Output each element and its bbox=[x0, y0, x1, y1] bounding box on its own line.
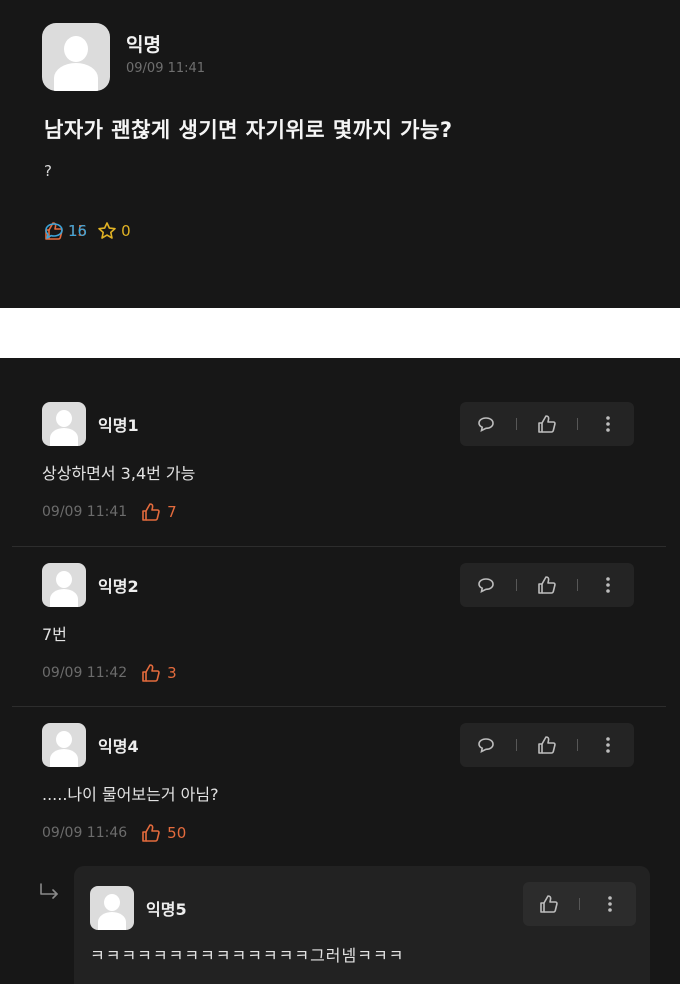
reply-author: 익명5 bbox=[146, 900, 187, 919]
action-separator bbox=[579, 898, 580, 910]
thumbs-up-icon bbox=[538, 576, 556, 594]
comment-text: 7번 bbox=[42, 625, 67, 644]
speech-bubble-icon bbox=[478, 578, 494, 593]
more-button[interactable] bbox=[596, 412, 620, 436]
action-separator bbox=[516, 418, 517, 430]
comment-actions bbox=[460, 723, 634, 767]
post-body: ? bbox=[44, 162, 52, 180]
like-button[interactable] bbox=[535, 573, 559, 597]
reply-avatar bbox=[90, 886, 134, 930]
comment-meta: 09/09 11:41 7 bbox=[42, 502, 177, 522]
comment-divider bbox=[12, 706, 666, 707]
post-title: 남자가 괜찮게 생기면 자기위로 몇까지 가능? bbox=[44, 118, 453, 142]
comment-timestamp: 09/09 11:46 bbox=[42, 825, 128, 841]
reply-button[interactable] bbox=[474, 412, 498, 436]
comment-text: .....나이 물어보는거 아님? bbox=[42, 785, 219, 804]
comment-actions bbox=[460, 563, 634, 607]
comment-meta: 09/09 11:46 50 bbox=[42, 823, 186, 843]
action-separator bbox=[577, 418, 578, 430]
more-vertical-icon bbox=[606, 577, 610, 593]
like-button[interactable] bbox=[535, 412, 559, 436]
more-vertical-icon bbox=[608, 896, 612, 912]
post-author-name: 익명 bbox=[126, 34, 161, 56]
post-stats: 15 16 0 bbox=[44, 220, 141, 242]
speech-bubble-icon bbox=[478, 738, 494, 753]
like-button[interactable] bbox=[535, 733, 559, 757]
comment-meta: 09/09 11:42 3 bbox=[42, 663, 177, 683]
post-comment-count: 16 bbox=[68, 222, 88, 240]
more-button[interactable] bbox=[598, 892, 622, 916]
thumbs-up-icon bbox=[538, 415, 556, 433]
thumbs-up-icon bbox=[142, 824, 160, 842]
comment-text: 상상하면서 3,4번 가능 bbox=[42, 464, 196, 483]
comment-author: 익명1 bbox=[98, 416, 139, 435]
thumbs-up-icon bbox=[142, 503, 160, 521]
comment-section: 익명1 상상하면서 3,4번 가능 09/09 11:41 7 익명2 7번 0… bbox=[0, 358, 680, 984]
thumbs-up-icon bbox=[538, 736, 556, 754]
comment-like-count: 3 bbox=[167, 664, 177, 682]
reply-actions bbox=[523, 882, 636, 926]
action-separator bbox=[516, 739, 517, 751]
comment-author: 익명4 bbox=[98, 737, 139, 756]
action-separator bbox=[577, 579, 578, 591]
reply-item: 익명5 ㅋㅋㅋㅋㅋㅋㅋㅋㅋㅋㅋㅋㅋㅋ그러넴ㅋㅋㅋ bbox=[74, 866, 650, 984]
reply-button[interactable] bbox=[474, 573, 498, 597]
more-vertical-icon bbox=[606, 416, 610, 432]
post-timestamp: 09/09 11:41 bbox=[126, 61, 206, 76]
post-card: 익명 09/09 11:41 남자가 괜찮게 생기면 자기위로 몇까지 가능? … bbox=[0, 0, 680, 308]
speech-bubble-icon bbox=[478, 417, 494, 432]
comment-timestamp: 09/09 11:41 bbox=[42, 504, 128, 520]
post-author-avatar bbox=[42, 23, 110, 91]
comment-like-count-wrap: 3 bbox=[141, 663, 177, 683]
more-button[interactable] bbox=[596, 573, 620, 597]
comment-like-count-wrap: 7 bbox=[141, 502, 177, 522]
speech-bubble-icon bbox=[45, 223, 63, 239]
comment-divider bbox=[12, 546, 666, 547]
action-separator bbox=[577, 739, 578, 751]
comment-author: 익명2 bbox=[98, 577, 139, 596]
comment-like-count: 7 bbox=[167, 503, 177, 521]
post-comment-count-button[interactable]: 16 bbox=[44, 221, 680, 241]
comment-avatar bbox=[42, 563, 86, 607]
comment-timestamp: 09/09 11:42 bbox=[42, 665, 128, 681]
reply-text: ㅋㅋㅋㅋㅋㅋㅋㅋㅋㅋㅋㅋㅋㅋ그러넴ㅋㅋㅋ bbox=[90, 946, 405, 965]
reply-button[interactable] bbox=[474, 733, 498, 757]
comment-actions bbox=[460, 402, 634, 446]
comment-like-count: 50 bbox=[167, 824, 187, 842]
comment-like-count-wrap: 50 bbox=[141, 823, 186, 843]
thumbs-up-icon bbox=[540, 895, 558, 913]
comment-avatar bbox=[42, 402, 86, 446]
comment-avatar bbox=[42, 723, 86, 767]
more-vertical-icon bbox=[606, 737, 610, 753]
thumbs-up-icon bbox=[142, 664, 160, 682]
reply-arrow-icon bbox=[40, 883, 58, 899]
like-button[interactable] bbox=[537, 892, 561, 916]
action-separator bbox=[516, 579, 517, 591]
more-button[interactable] bbox=[596, 733, 620, 757]
